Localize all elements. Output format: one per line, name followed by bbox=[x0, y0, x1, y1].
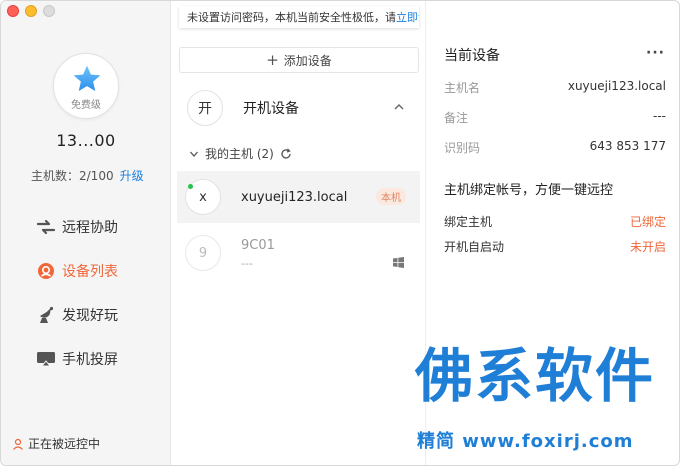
add-device-button[interactable]: + 添加设备 bbox=[179, 47, 419, 73]
device-list-icon bbox=[36, 261, 56, 281]
sidebar-item-label: 设备列表 bbox=[62, 264, 118, 280]
list-item[interactable]: 9 9C01 --- bbox=[177, 227, 420, 279]
bind-row-host[interactable]: 绑定主机 已绑定 bbox=[444, 213, 666, 230]
device-badge-letter: x bbox=[199, 189, 207, 205]
online-indicator bbox=[188, 184, 193, 189]
more-options-icon[interactable]: ··· bbox=[646, 45, 665, 61]
sidebar-item-screen-cast[interactable]: 手机投屏 bbox=[36, 337, 118, 381]
window-controls bbox=[7, 5, 55, 17]
local-tag: 本机 bbox=[376, 188, 406, 205]
device-name: 9C01 bbox=[241, 237, 275, 253]
group-badge: 开 bbox=[187, 90, 223, 126]
sidebar-item-label: 发现好玩 bbox=[62, 308, 118, 324]
chevron-down-icon bbox=[190, 151, 198, 157]
star-icon bbox=[73, 65, 101, 91]
info-row-remark[interactable]: 备注 --- bbox=[444, 109, 666, 126]
info-key: 主机名 bbox=[444, 81, 481, 95]
remote-assist-icon bbox=[36, 217, 56, 237]
device-badge: x bbox=[185, 179, 221, 215]
discover-icon bbox=[36, 305, 56, 325]
sidebar-item-device-list[interactable]: 设备列表 bbox=[36, 249, 118, 293]
watermark-title: 佛系软件 bbox=[415, 342, 656, 410]
device-badge: 9 bbox=[185, 235, 221, 271]
refresh-icon[interactable] bbox=[280, 148, 292, 160]
info-value: --- bbox=[653, 109, 666, 123]
sidebar-item-remote-assist[interactable]: 远程协助 bbox=[36, 205, 118, 249]
info-row-id-code: 识别码 643 853 177 bbox=[444, 139, 666, 156]
group-header-powered-on[interactable]: 开 开机设备 bbox=[187, 89, 417, 127]
chevron-up-icon[interactable] bbox=[393, 101, 405, 113]
device-remark: --- bbox=[241, 257, 253, 270]
bind-status: 已绑定 bbox=[629, 215, 666, 229]
group-title: 开机设备 bbox=[243, 101, 299, 117]
watermark-subtitle: 精简 www.foxirj.com bbox=[417, 431, 634, 452]
bind-status: 未开启 bbox=[629, 240, 666, 254]
app-window: 免费级 13...00 主机数：2/100 升级 远程协助 设备列表 发现好玩 … bbox=[0, 0, 680, 466]
host-count-label: 主机数：2/100 bbox=[31, 169, 114, 183]
device-badge-letter: 9 bbox=[198, 245, 208, 261]
sidebar: 免费级 13...00 主机数：2/100 升级 远程协助 设备列表 发现好玩 … bbox=[1, 1, 171, 465]
upgrade-link[interactable]: 升级 bbox=[120, 169, 144, 183]
windows-icon bbox=[393, 257, 404, 268]
zoom-window-button[interactable] bbox=[43, 5, 55, 17]
sidebar-item-discover[interactable]: 发现好玩 bbox=[36, 293, 118, 337]
remote-status: 正在被远控中 bbox=[12, 435, 100, 452]
add-device-label: 添加设备 bbox=[283, 53, 332, 68]
sidebar-nav: 远程协助 设备列表 发现好玩 手机投屏 bbox=[36, 205, 118, 381]
sidebar-item-label: 手机投屏 bbox=[62, 352, 118, 368]
minimize-window-button[interactable] bbox=[25, 5, 37, 17]
detail-title: 当前设备 bbox=[444, 48, 500, 64]
sidebar-item-label: 远程协助 bbox=[62, 220, 118, 236]
subgroup-my-hosts[interactable]: 我的主机 (2) bbox=[189, 145, 292, 162]
subgroup-label: 我的主机 (2) bbox=[205, 147, 274, 161]
info-key: 备注 bbox=[444, 111, 469, 125]
bind-key: 绑定主机 bbox=[444, 215, 493, 229]
close-window-button[interactable] bbox=[7, 5, 19, 17]
list-item[interactable]: x xuyueji123.local 本机 bbox=[177, 171, 420, 223]
info-value: xuyueji123.local bbox=[567, 79, 666, 93]
info-key: 识别码 bbox=[444, 141, 481, 155]
plus-icon: + bbox=[266, 51, 279, 69]
device-name: xuyueji123.local bbox=[241, 189, 348, 205]
bind-section-title: 主机绑定帐号，方便一键远控 bbox=[444, 183, 614, 198]
user-icon bbox=[13, 438, 23, 450]
device-list-panel: + 添加设备 开 开机设备 我的主机 (2) x xuyueji123.loca… bbox=[171, 1, 425, 465]
host-count: 主机数：2/100 升级 bbox=[31, 167, 144, 184]
remote-status-text: 正在被远控中 bbox=[28, 437, 101, 451]
bind-key: 开机自启动 bbox=[444, 240, 505, 254]
screen-cast-icon bbox=[36, 349, 56, 369]
info-row-hostname: 主机名 xuyueji123.local bbox=[444, 79, 666, 96]
user-id: 13...00 bbox=[56, 131, 116, 150]
avatar[interactable]: 免费级 bbox=[53, 53, 119, 119]
bind-row-autostart[interactable]: 开机自启动 未开启 bbox=[444, 238, 666, 255]
info-value: 643 853 177 bbox=[589, 139, 666, 153]
tier-label: 免费级 bbox=[71, 100, 101, 111]
